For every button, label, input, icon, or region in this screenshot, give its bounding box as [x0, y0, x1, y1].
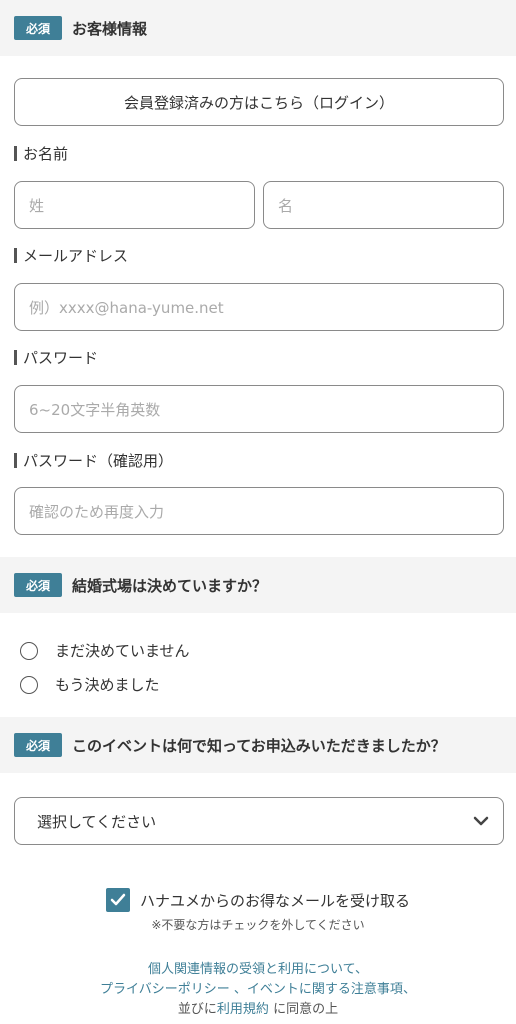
- radio-label: まだ決めていません: [55, 642, 190, 660]
- terms-line-1: 個人関連情報の受領と利用について、: [0, 958, 516, 977]
- section-title: このイベントは何で知ってお申込みいただきましたか？: [72, 736, 446, 755]
- password-label-text: パスワード: [23, 349, 99, 367]
- newsletter-note: ※不要な方はチェックを外してください: [151, 918, 365, 932]
- wedding-venue-header: 必須 結婚式場は決めていますか？: [0, 557, 516, 613]
- required-badge: 必須: [14, 573, 62, 597]
- separator-text: 、: [229, 982, 247, 997]
- section-title: 結婚式場は決めていますか？: [72, 576, 268, 595]
- email-label-text: メールアドレス: [23, 247, 129, 265]
- last-name-input[interactable]: 姓: [14, 181, 255, 229]
- select-value: 選択してください: [37, 812, 157, 831]
- label-bar: [14, 453, 17, 468]
- personal-data-link[interactable]: 個人関連情報の受領と利用について、: [148, 962, 368, 977]
- terms-line-3: 並びに利用規約 に同意の上: [0, 998, 516, 1017]
- label-bar: [14, 248, 17, 263]
- name-label: お名前: [14, 143, 68, 164]
- required-badge: 必須: [14, 16, 62, 40]
- password-confirm-input[interactable]: 確認のため再度入力: [14, 487, 504, 535]
- label-bar: [14, 146, 17, 161]
- first-name-input[interactable]: 名: [263, 181, 504, 229]
- label-bar: [14, 350, 17, 365]
- chevron-down-icon: [473, 812, 489, 830]
- radio-decided[interactable]: もう決めました: [20, 674, 160, 695]
- radio-label: もう決めました: [55, 676, 160, 694]
- password-confirm-label-text: パスワード（確認用）: [23, 452, 174, 470]
- source-select[interactable]: 選択してください: [14, 797, 504, 845]
- password-label: パスワード: [14, 347, 98, 368]
- terms-prefix: 並びに: [177, 1002, 217, 1017]
- password-input[interactable]: 6~20文字半角英数: [14, 385, 504, 433]
- terms-suffix: に同意の上: [268, 1002, 339, 1017]
- radio-circle[interactable]: [20, 675, 38, 694]
- login-button[interactable]: 会員登録済みの方はこちら（ログイン）: [14, 78, 504, 126]
- terms-line-2: プライバシーポリシー 、イベントに関する注意事項、: [0, 978, 516, 997]
- privacy-policy-link[interactable]: プライバシーポリシー: [100, 982, 230, 997]
- customer-info-header: 必須 お客様情報: [0, 0, 516, 56]
- terms-of-use-link[interactable]: 利用規約: [217, 1002, 269, 1017]
- email-input[interactable]: 例）xxxx@hana-yume.net: [14, 283, 504, 331]
- newsletter-checkbox[interactable]: [105, 888, 130, 912]
- newsletter-option[interactable]: ハナユメからのお得なメールを受け取る: [0, 888, 516, 912]
- required-badge: 必須: [14, 733, 62, 757]
- radio-circle[interactable]: [20, 641, 38, 660]
- section-title: お客様情報: [72, 19, 148, 38]
- event-notes-link[interactable]: イベントに関する注意事項: [247, 982, 403, 997]
- email-label: メールアドレス: [14, 245, 128, 266]
- password-confirm-label: パスワード（確認用）: [14, 450, 173, 471]
- source-header: 必須 このイベントは何で知ってお申込みいただきましたか？: [0, 717, 516, 773]
- newsletter-label: ハナユメからのお得なメールを受け取る: [139, 891, 410, 910]
- check-icon: [110, 893, 126, 906]
- name-label-text: お名前: [23, 145, 69, 163]
- separator-text: 、: [402, 982, 416, 997]
- radio-not-decided[interactable]: まだ決めていません: [20, 640, 190, 661]
